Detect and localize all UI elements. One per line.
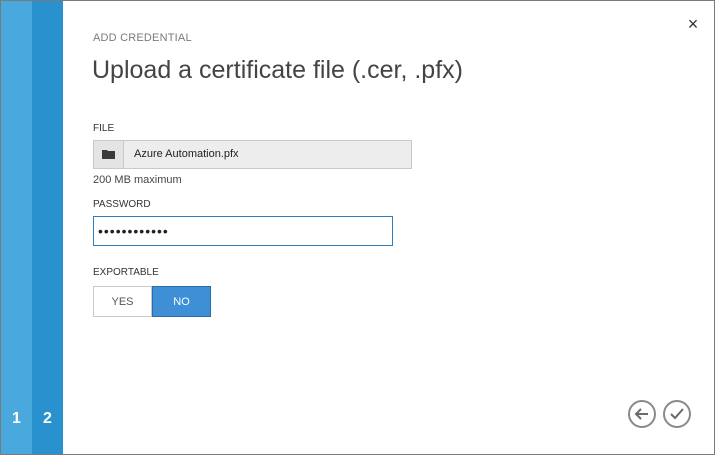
back-arrow-icon (634, 408, 648, 420)
file-size-hint: 200 MB maximum (93, 174, 182, 186)
password-label: PASSWORD (93, 199, 151, 210)
step-2-number[interactable]: 2 (32, 410, 63, 428)
add-credential-dialog: 1 2 × ADD CREDENTIAL Upload a certificat… (0, 0, 715, 455)
file-label: FILE (93, 123, 115, 134)
step-1-bar (1, 1, 32, 454)
ok-button[interactable] (663, 400, 691, 428)
step-2-bar (32, 1, 63, 454)
step-rail: 1 2 (1, 1, 63, 454)
dialog-title: Upload a certificate file (.cer, .pfx) (92, 56, 463, 84)
checkmark-icon (670, 408, 684, 420)
browse-file-button[interactable] (94, 141, 124, 168)
back-button[interactable] (628, 400, 656, 428)
dialog-subtitle: ADD CREDENTIAL (93, 32, 192, 44)
exportable-label: EXPORTABLE (93, 267, 159, 278)
close-icon[interactable]: × (684, 15, 702, 33)
exportable-yes-option[interactable]: YES (93, 286, 152, 317)
folder-icon (102, 150, 115, 159)
exportable-toggle[interactable]: YES NO (93, 286, 211, 317)
password-input[interactable] (93, 216, 393, 246)
file-upload-field[interactable]: Azure Automation.pfx (93, 140, 412, 169)
exportable-no-option[interactable]: NO (152, 286, 211, 317)
selected-file-name: Azure Automation.pfx (134, 148, 239, 160)
step-1-number[interactable]: 1 (1, 410, 32, 428)
